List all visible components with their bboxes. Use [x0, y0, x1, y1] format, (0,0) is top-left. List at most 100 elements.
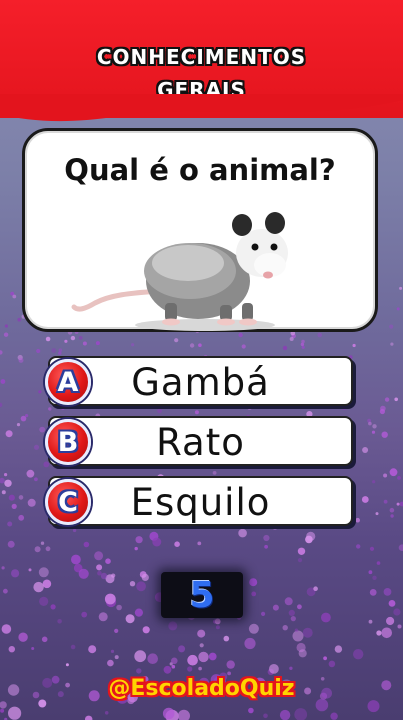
flower-dot — [33, 581, 44, 593]
flower-dot — [36, 348, 41, 354]
flower-dot — [269, 664, 279, 674]
flower-dot — [16, 423, 21, 427]
flower-dot — [110, 649, 115, 653]
flower-dot — [7, 540, 15, 548]
flower-dot — [100, 572, 108, 580]
flower-dot — [4, 324, 8, 328]
flower-dot — [238, 528, 247, 538]
flower-dot — [4, 473, 8, 477]
flower-dot — [272, 604, 279, 611]
flower-dot — [313, 586, 318, 591]
flower-dot — [1, 566, 5, 570]
answer-option-a[interactable]: Gambá — [48, 356, 353, 406]
flower-dot — [177, 709, 190, 720]
flower-dot — [125, 614, 135, 624]
flower-dot — [70, 644, 76, 650]
flower-dot — [34, 546, 41, 553]
flower-dot — [50, 604, 56, 610]
flower-dot — [227, 671, 232, 676]
flower-dot — [12, 294, 17, 299]
flower-dot — [249, 578, 258, 587]
flower-dot — [355, 517, 361, 523]
flower-dot — [388, 600, 396, 607]
flower-dot — [1, 490, 6, 495]
flower-dot — [208, 652, 217, 661]
flower-dot — [279, 709, 291, 720]
flower-dot — [114, 628, 119, 633]
flower-dot — [323, 656, 327, 661]
flower-dot — [384, 397, 390, 402]
flower-dot — [356, 544, 361, 549]
flower-dot — [42, 579, 52, 589]
flower-dot — [39, 596, 49, 606]
flower-dot — [399, 286, 403, 290]
flower-dot — [197, 541, 202, 546]
flower-dot — [41, 636, 48, 643]
flower-dot — [301, 339, 305, 344]
flower-dot — [372, 575, 377, 580]
flower-dot — [71, 554, 81, 565]
timer-value: 5 — [189, 574, 215, 616]
flower-dot — [381, 627, 393, 639]
flower-dot — [288, 609, 295, 616]
flower-dot — [28, 568, 32, 572]
flower-dot — [116, 604, 122, 611]
flower-dot — [297, 604, 302, 610]
flower-dot — [8, 706, 22, 720]
flower-dot — [300, 342, 305, 347]
flower-dot — [226, 660, 235, 669]
flower-dot — [0, 708, 5, 713]
flower-dot — [39, 426, 46, 433]
flower-dot — [105, 558, 111, 564]
question-text: Qual é o animal? — [64, 153, 336, 187]
flower-dot — [81, 611, 88, 618]
answer-badge-a[interactable]: A — [45, 359, 91, 405]
flower-dot — [10, 291, 15, 296]
flower-dot — [8, 494, 15, 501]
flower-dot — [165, 709, 179, 720]
flower-dot — [11, 569, 20, 578]
answer-option-c[interactable]: Esquilo — [48, 476, 353, 526]
flower-dot — [18, 632, 28, 642]
flower-dot — [292, 630, 304, 642]
flower-dot — [26, 469, 35, 478]
flower-dot — [27, 498, 36, 507]
flower-dot — [362, 447, 369, 453]
flower-dot — [38, 390, 42, 394]
flower-dot — [136, 668, 142, 674]
flower-dot — [296, 642, 306, 653]
flower-dot — [389, 324, 394, 329]
flower-dot — [264, 544, 268, 549]
flower-dot — [306, 531, 316, 541]
flower-dot — [73, 563, 83, 573]
answer-option-b[interactable]: Rato — [48, 416, 353, 466]
answer-letter: A — [57, 366, 79, 398]
flower-dot — [57, 619, 62, 624]
flower-dot — [198, 651, 209, 663]
flower-dot — [223, 635, 230, 642]
flower-dot — [104, 711, 109, 715]
flower-dot — [178, 645, 186, 653]
flower-dot — [381, 431, 388, 438]
flower-dot — [298, 649, 307, 658]
flower-dot — [1, 624, 12, 634]
answer-badge-c[interactable]: C — [45, 479, 91, 525]
flower-dot — [0, 701, 7, 709]
flower-dot — [97, 570, 102, 576]
flower-dot — [5, 430, 13, 438]
header-wave — [0, 94, 403, 122]
flower-dot — [17, 354, 23, 361]
flower-dot — [169, 662, 173, 666]
flower-dot — [198, 343, 202, 347]
opossum-image — [71, 212, 288, 331]
flower-dot — [376, 630, 382, 636]
flower-dot — [367, 700, 380, 713]
flower-dot — [383, 499, 388, 504]
flower-dot — [368, 619, 373, 624]
flower-dot — [33, 444, 40, 450]
answer-badge-b[interactable]: B — [45, 419, 91, 465]
flower-dot — [104, 593, 116, 605]
channel-handle: @EscoladoQuiz — [108, 676, 295, 701]
flower-dot — [396, 307, 400, 311]
flower-dot — [369, 589, 377, 596]
